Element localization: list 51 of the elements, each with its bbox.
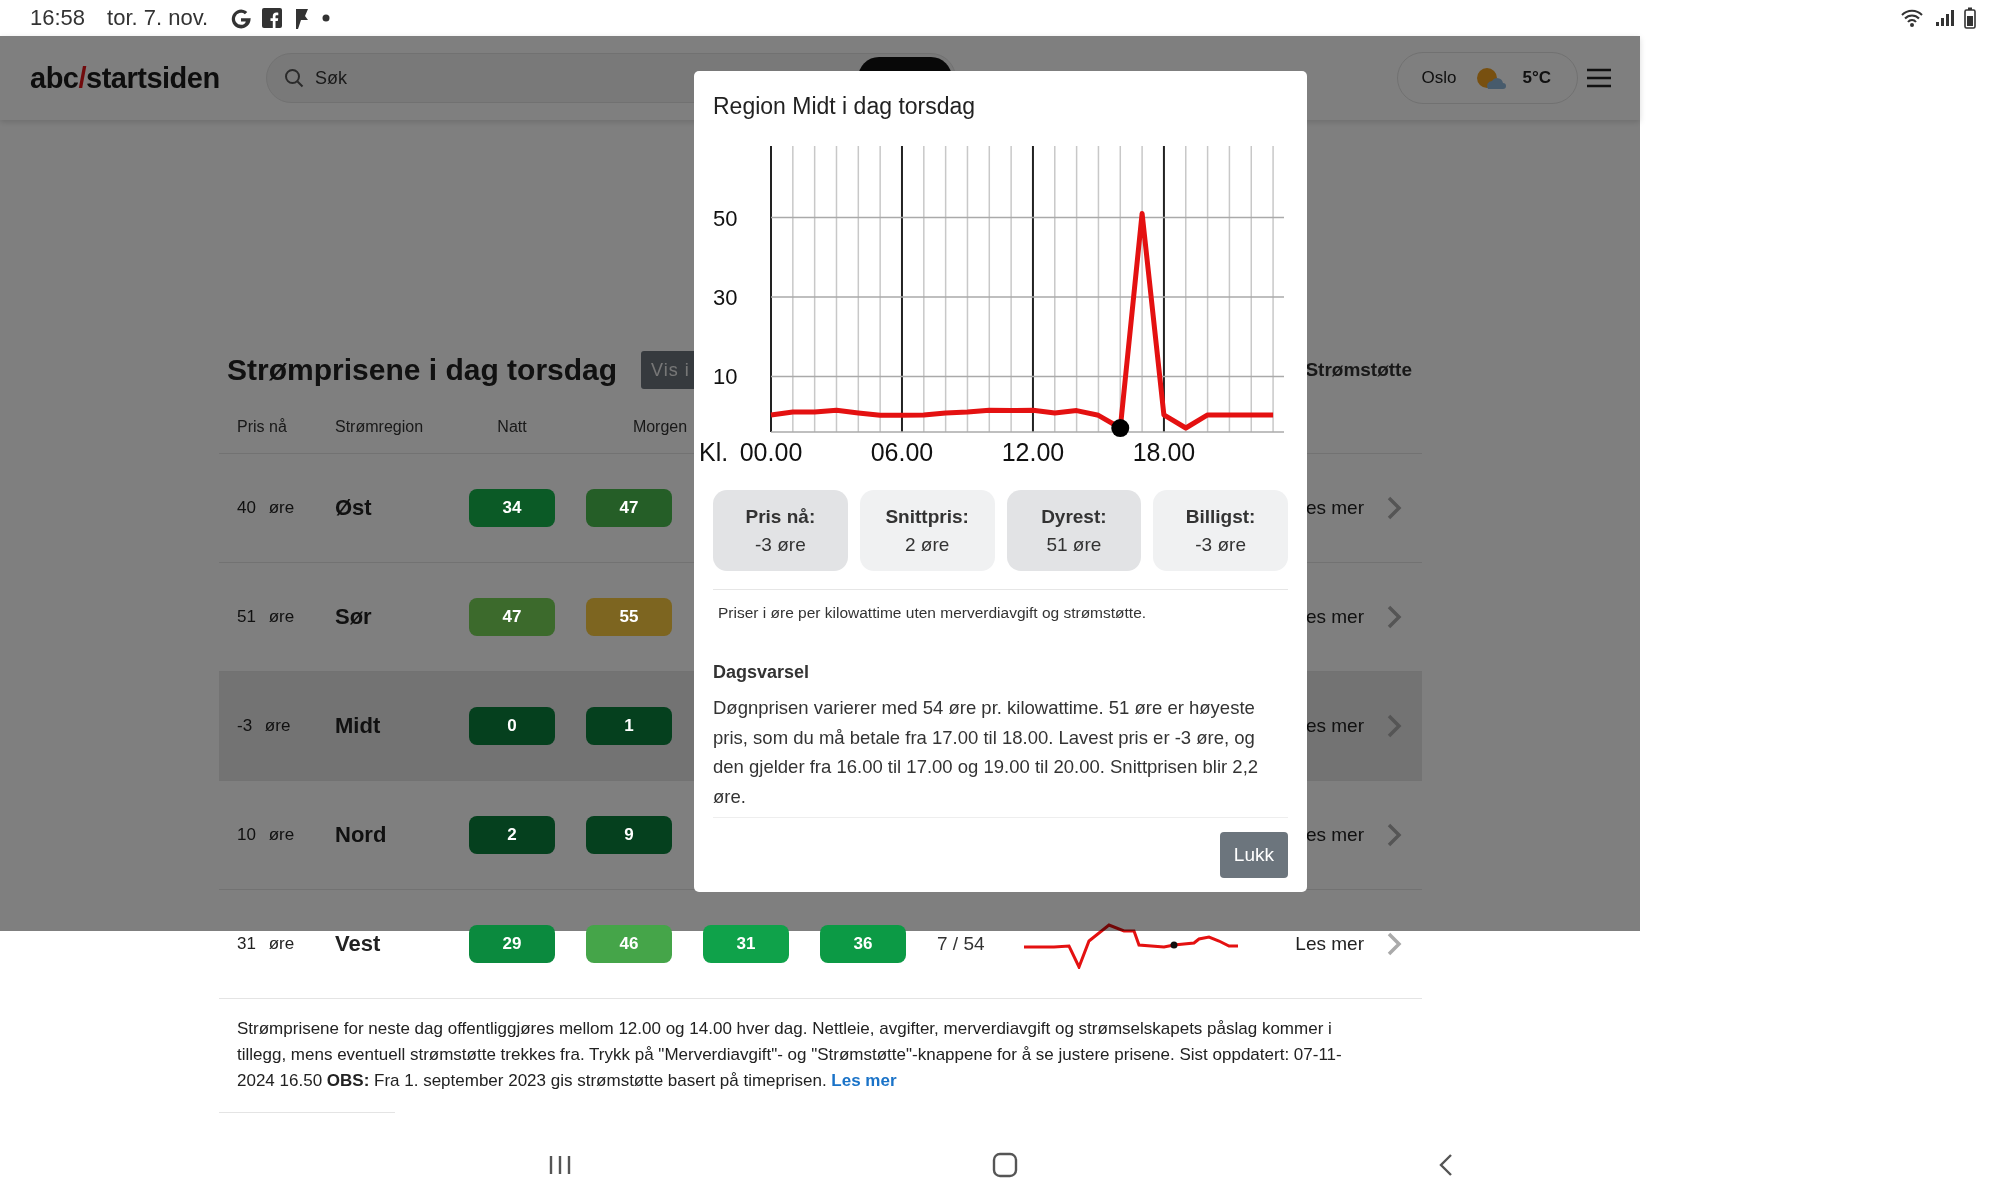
price-badge: 34 bbox=[469, 489, 555, 527]
current-price: 10 øre bbox=[236, 825, 296, 845]
price-badge: 46 bbox=[586, 925, 672, 963]
stat-label: Billigst: bbox=[1185, 505, 1256, 528]
column-header: Morgen bbox=[631, 418, 689, 436]
region-name: Øst bbox=[335, 495, 373, 521]
column-header: Pris nå bbox=[236, 418, 288, 436]
column-header: Strømregion bbox=[335, 418, 425, 436]
stat-value: -3 øre bbox=[755, 533, 806, 556]
price-badge: 2 bbox=[469, 816, 555, 854]
stat-label: Snittpris: bbox=[885, 505, 969, 528]
price-badge: 31 bbox=[703, 925, 789, 963]
status-time: 16:58 bbox=[30, 5, 86, 31]
price-badge: 47 bbox=[469, 598, 555, 636]
region-name: Nord bbox=[335, 822, 388, 848]
forecast-title: Dagsvarsel bbox=[713, 662, 811, 683]
stat-value: -3 øre bbox=[1195, 533, 1246, 556]
price-badge: 0 bbox=[469, 707, 555, 745]
price-badge: 29 bbox=[469, 925, 555, 963]
status-date: tor. 7. nov. bbox=[107, 5, 209, 31]
y-axis-label: 50 bbox=[713, 205, 738, 231]
x-axis-label: 00.00 bbox=[739, 438, 803, 466]
y-axis-label: 30 bbox=[713, 284, 738, 310]
section-title: Strømprisene i dag torsdag bbox=[227, 353, 618, 387]
weather-city: Oslo bbox=[1421, 68, 1457, 88]
price-badge: 55 bbox=[586, 598, 672, 636]
x-axis-label: 12.00 bbox=[1001, 438, 1065, 466]
min-max-range: 7 / 54 bbox=[937, 933, 986, 955]
region-name: Vest bbox=[335, 931, 382, 957]
temperature: 5°C bbox=[1522, 68, 1551, 88]
price-badge: 9 bbox=[586, 816, 672, 854]
stat-label: Dyrest: bbox=[1041, 505, 1107, 528]
current-price: 31 øre bbox=[236, 934, 296, 954]
current-price: -3 øre bbox=[236, 716, 292, 736]
region-name: Midt bbox=[335, 713, 382, 739]
x-axis-label: 06.00 bbox=[870, 438, 934, 466]
footer-note: Strømprisene for neste dag offentliggjøres mellom 12.00 og 14.00 hver dag. Nettleie, avgifter, merverdiavgift og strømselskapets påslag kommer i tillegg, mens eventuell strømstøtte trekkes fra. Trykk på "Merverdiavgift"- og "Strømstøtte"-knappene for å se justere prisene. Sist oppdatert: 07-11-2024 16.50 OBS: Fra 1. september 2023 gis strømstøtte basert på timeprisen. Les mer bbox=[237, 1018, 1343, 1092]
price-badge: 36 bbox=[820, 925, 906, 963]
column-header: Natt bbox=[496, 418, 528, 436]
forecast-text: Døgnprisen varierer med 54 øre pr. kilowattime. 51 øre er høyeste pris, som du må betale fra 17.00 til 18.00. Lavest pris er -3 øre, og den gjelder fra 16.00 til 17.00 og 19.00 til 20.00. Snittprisen blir 2,2 øre. bbox=[713, 693, 1288, 818]
stat-value: 51 øre bbox=[1046, 533, 1102, 556]
price-note: Priser i øre per kilowattime uten merverdiavgift og strømstøtte. bbox=[718, 604, 1148, 622]
x-axis-label: 18.00 bbox=[1132, 438, 1196, 466]
region-name: Sør bbox=[335, 604, 373, 630]
price-badge: 47 bbox=[586, 489, 672, 527]
stat-value: 2 øre bbox=[904, 533, 950, 556]
x-axis-title: Kl. bbox=[699, 438, 729, 466]
stat-label: Pris nå: bbox=[745, 505, 816, 528]
current-price: 40 øre bbox=[236, 498, 296, 518]
current-price: 51 øre bbox=[236, 607, 296, 627]
price-badge: 1 bbox=[586, 707, 672, 745]
